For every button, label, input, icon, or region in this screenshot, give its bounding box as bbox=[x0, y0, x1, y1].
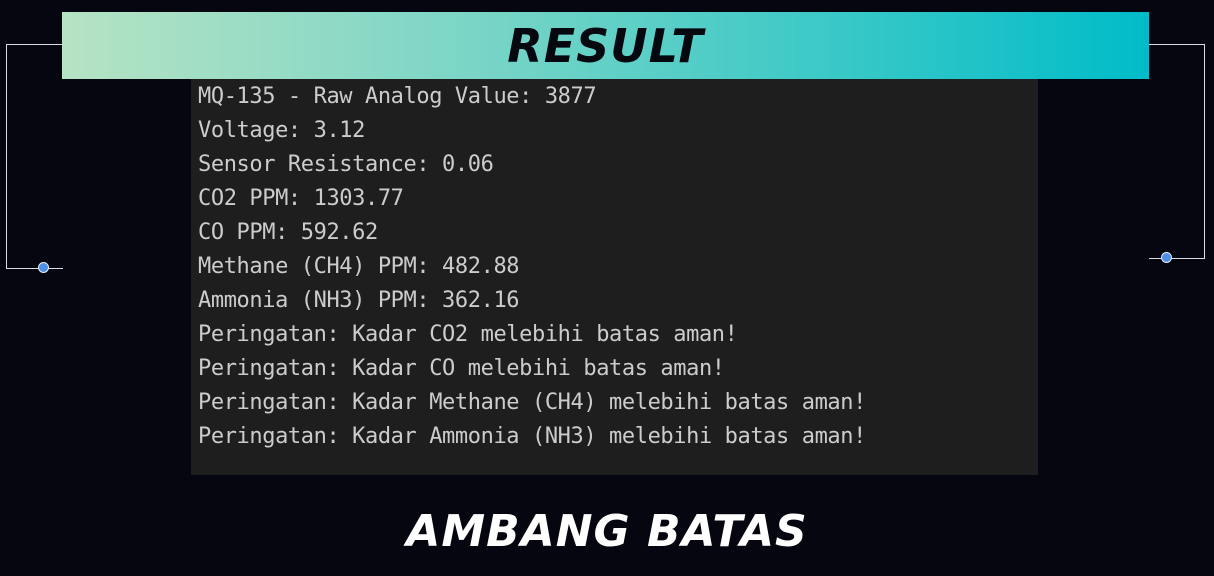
console-line-co-ppm: CO PPM: 592.62 bbox=[198, 220, 378, 245]
console-line-voltage: Voltage: 3.12 bbox=[198, 118, 365, 143]
console-line-co2-ppm: CO2 PPM: 1303.77 bbox=[198, 186, 404, 211]
threshold-title: AMBANG BATAS bbox=[406, 506, 808, 557]
console-line-warning-ammonia: Peringatan: Kadar Ammonia (NH3) melebihi… bbox=[198, 424, 866, 449]
console-line-ammonia-ppm: Ammonia (NH3) PPM: 362.16 bbox=[198, 288, 520, 313]
result-banner: RESULT bbox=[62, 12, 1149, 79]
console-line-warning-co: Peringatan: Kadar CO melebihi batas aman… bbox=[198, 356, 725, 381]
right-connector-line bbox=[1149, 44, 1205, 259]
right-connector-dot-icon bbox=[1161, 252, 1172, 263]
console-line-warning-co2: Peringatan: Kadar CO2 melebihi batas ama… bbox=[198, 322, 738, 347]
console-line-warning-methane: Peringatan: Kadar Methane (CH4) melebihi… bbox=[198, 390, 866, 415]
left-connector-line bbox=[6, 44, 63, 269]
console-line-methane-ppm: Methane (CH4) PPM: 482.88 bbox=[198, 254, 520, 279]
serial-monitor-output: MQ-135 - Raw Analog Value: 3877 Voltage:… bbox=[191, 79, 1038, 475]
console-lines: MQ-135 - Raw Analog Value: 3877 Voltage:… bbox=[198, 79, 866, 454]
console-line-raw-analog: MQ-135 - Raw Analog Value: 3877 bbox=[198, 84, 597, 109]
result-title: RESULT bbox=[507, 18, 704, 73]
left-connector-dot-icon bbox=[38, 262, 49, 273]
console-line-sensor-resistance: Sensor Resistance: 0.06 bbox=[198, 152, 494, 177]
